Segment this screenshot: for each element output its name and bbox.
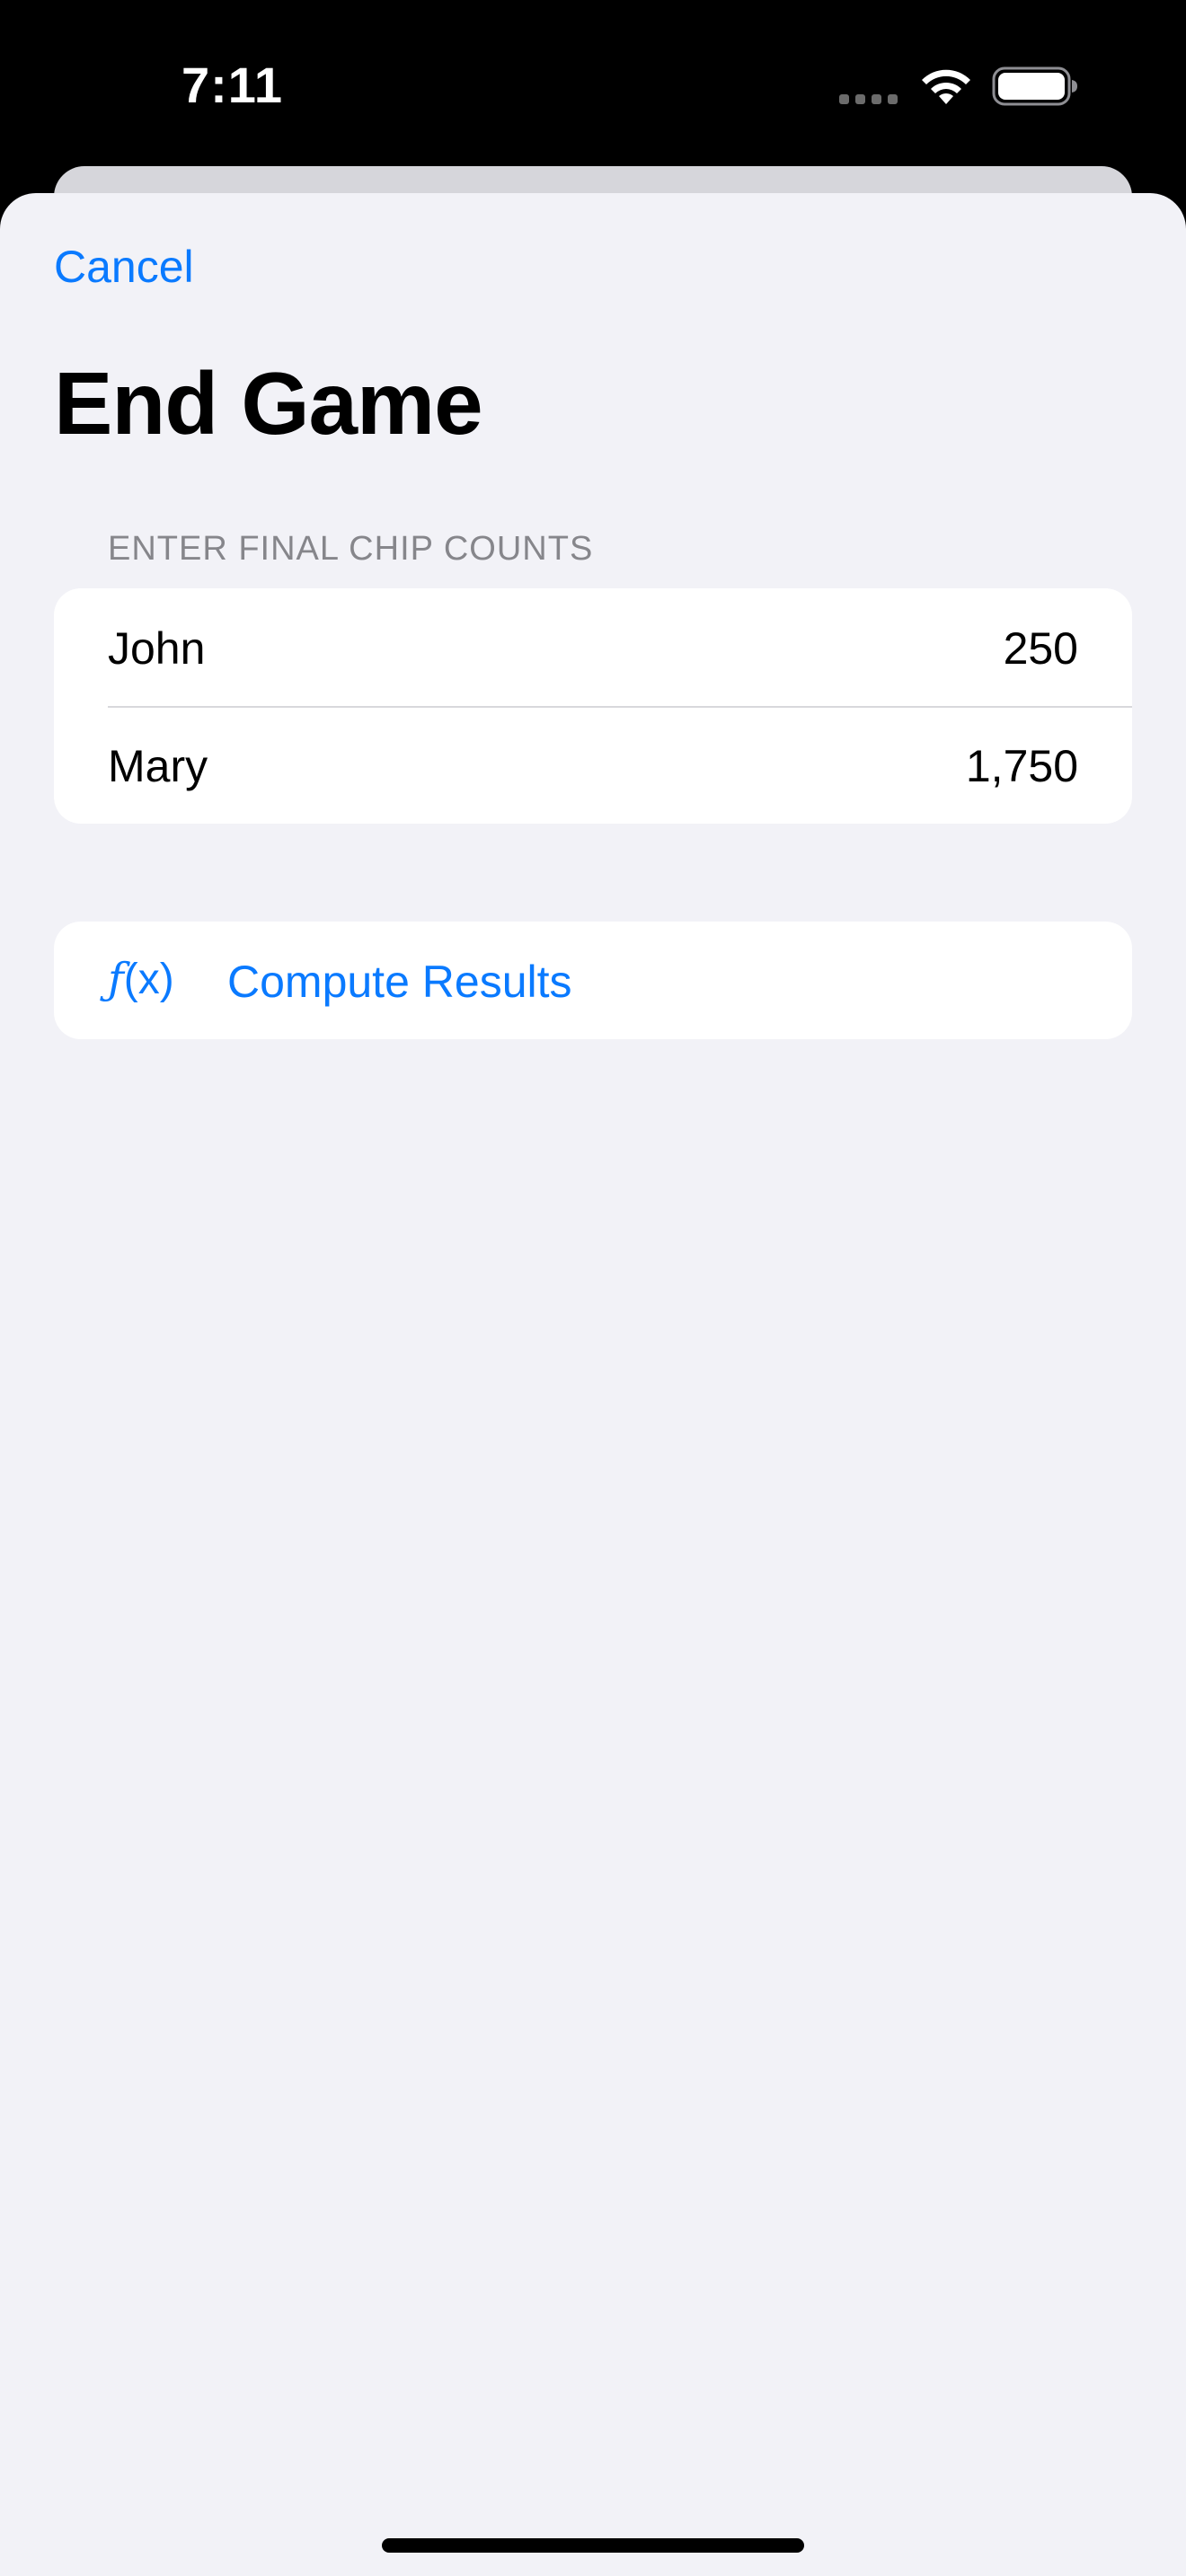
chip-counts-list: John 250 Mary 1,750 <box>54 588 1132 824</box>
player-row-mary[interactable]: Mary 1,750 <box>54 706 1132 824</box>
player-row-john[interactable]: John 250 <box>54 588 1132 706</box>
page-title: End Game <box>54 354 483 453</box>
end-game-sheet: Cancel End Game ENTER FINAL CHIP COUNTS … <box>0 193 1186 2576</box>
chip-count-field[interactable]: 1,750 <box>966 744 1078 789</box>
battery-icon <box>992 66 1077 106</box>
player-name: Mary <box>108 741 208 791</box>
section-header: ENTER FINAL CHIP COUNTS <box>108 530 594 568</box>
home-indicator[interactable] <box>382 2538 804 2553</box>
wifi-icon <box>922 69 970 104</box>
status-time: 7:11 <box>181 57 283 113</box>
status-bar: 7:11 <box>0 0 1186 171</box>
player-name: John <box>108 623 206 674</box>
function-icon: ƒ(x) <box>108 954 174 1004</box>
chip-count-field[interactable]: 250 <box>1004 626 1078 671</box>
cancel-button[interactable]: Cancel <box>54 244 194 289</box>
signal-dots-icon <box>839 94 898 104</box>
compute-results-button[interactable]: ƒ(x) Compute Results <box>54 922 1132 1039</box>
compute-results-label: Compute Results <box>227 957 572 1007</box>
